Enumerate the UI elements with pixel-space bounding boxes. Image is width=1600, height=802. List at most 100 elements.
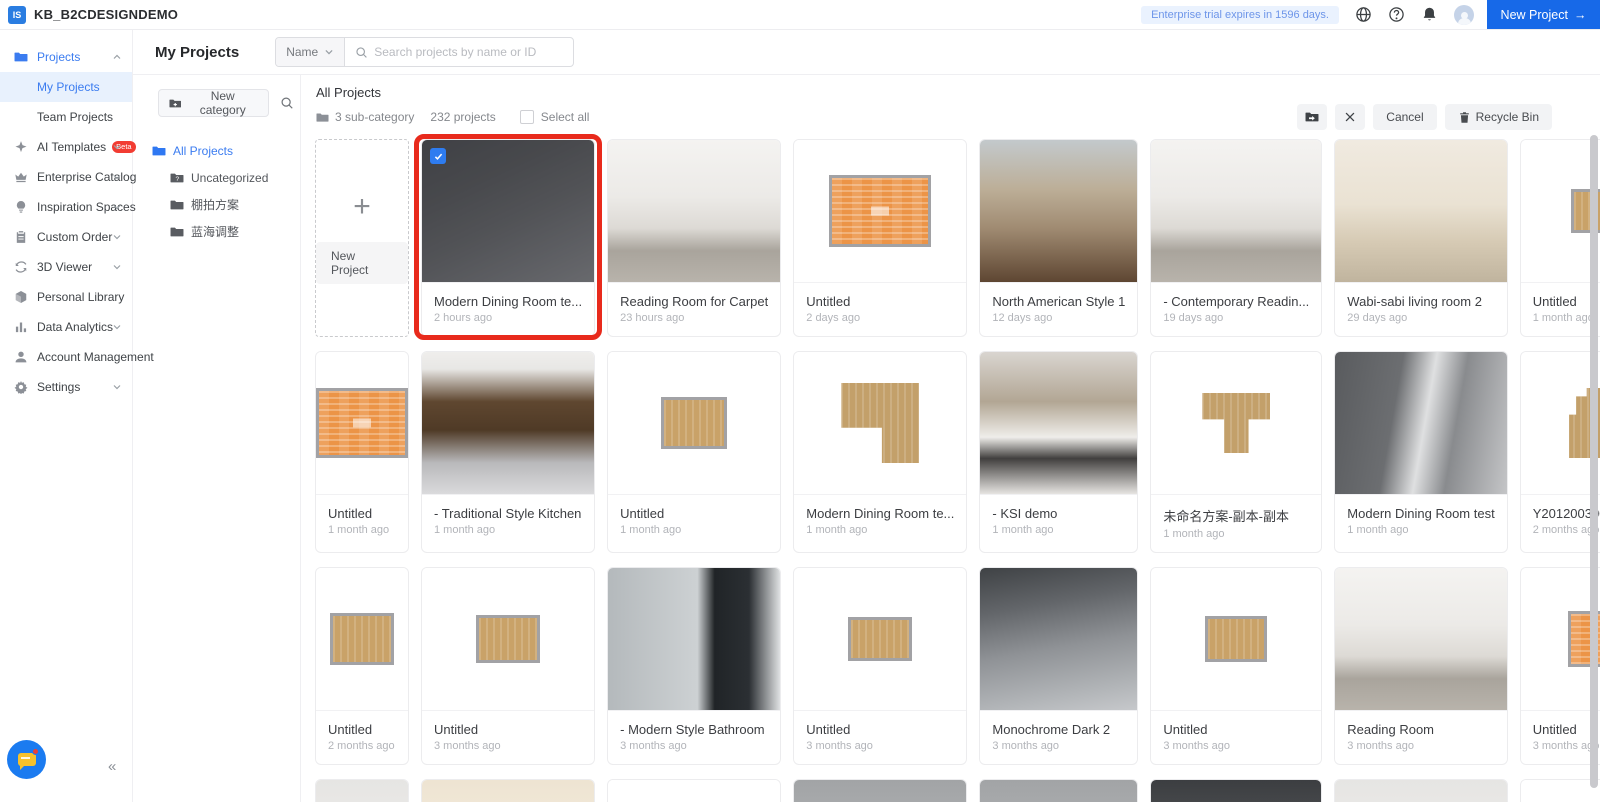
project-card[interactable]: Monochrome Dark 23 months ago bbox=[979, 567, 1138, 765]
cancel-button[interactable]: Cancel bbox=[1373, 104, 1436, 130]
project-time: 3 months ago bbox=[1347, 740, 1494, 752]
move-to-folder-button[interactable] bbox=[1297, 104, 1327, 130]
project-title: Reading Room for Carpet bbox=[620, 294, 768, 309]
sidebar-item-custom-order[interactable]: Custom Order bbox=[0, 222, 132, 252]
project-card[interactable]: Untitled2 months ago bbox=[315, 567, 409, 765]
project-thumbnail bbox=[794, 352, 966, 495]
category-uncategorized[interactable]: ? Uncategorized bbox=[133, 164, 300, 191]
project-card[interactable]: - KSI demo1 month ago bbox=[979, 351, 1138, 553]
sidebar-nav: ProjectsMy ProjectsTeam ProjectsAI Templ… bbox=[0, 30, 133, 802]
sidebar-item-data-analytics[interactable]: Data Analytics bbox=[0, 312, 132, 342]
floorplan-thumbnail bbox=[1202, 393, 1270, 453]
globe-icon[interactable] bbox=[1355, 6, 1372, 23]
project-card[interactable]: Untitled3 months ago bbox=[1520, 567, 1600, 765]
project-thumbnail bbox=[794, 568, 966, 711]
project-card[interactable]: Y201200300001Yamada...2 months ago bbox=[1520, 351, 1600, 553]
project-card[interactable]: Untitled1 month ago bbox=[315, 351, 409, 553]
project-thumbnail bbox=[422, 352, 594, 495]
sidebar-item-settings[interactable]: Settings bbox=[0, 372, 132, 402]
project-card[interactable]: - Modern Style Bathroom3 months ago bbox=[607, 567, 781, 765]
sidebar-item-inspiration-spaces[interactable]: Inspiration Spaces bbox=[0, 192, 132, 222]
project-card[interactable]: Modern Dining Room test1 month ago bbox=[1334, 351, 1507, 553]
sidebar-item-label: Data Analytics bbox=[37, 320, 113, 334]
project-title: Modern Dining Room te... bbox=[806, 506, 954, 521]
project-card[interactable]: Reading Room3 months ago bbox=[1334, 567, 1507, 765]
clear-selection-button[interactable] bbox=[1335, 104, 1365, 130]
project-card[interactable]: Untitled3 months ago bbox=[421, 567, 595, 765]
category-label: Uncategorized bbox=[191, 171, 268, 185]
project-card[interactable]: Untitled3 months ago bbox=[793, 567, 967, 765]
project-thumbnail bbox=[1521, 780, 1600, 802]
project-card[interactable]: 未命名方案-副本-副本1 month ago bbox=[1150, 351, 1322, 553]
sidebar-item-team-projects[interactable]: Team Projects bbox=[0, 102, 132, 132]
folder-q-icon: ? bbox=[170, 171, 184, 185]
project-card[interactable]: Modern Dining Room te...1 month ago bbox=[793, 351, 967, 553]
project-card[interactable]: Untitled2 days ago bbox=[793, 139, 967, 337]
top-bar: IS KB_B2CDESIGNDEMO Enterprise trial exp… bbox=[0, 0, 1600, 30]
project-thumbnail bbox=[316, 568, 408, 711]
project-card[interactable]: Untitled1 month ago bbox=[607, 351, 781, 553]
sidebar-item-3d-viewer[interactable]: 3D Viewer bbox=[0, 252, 132, 282]
avatar[interactable] bbox=[1454, 5, 1474, 25]
app-logo: IS bbox=[8, 6, 26, 24]
sidebar-item-personal-library[interactable]: Personal Library bbox=[0, 282, 132, 312]
avatar-body-icon bbox=[1458, 18, 1471, 25]
chevron-down-icon bbox=[111, 171, 123, 183]
floorplan-thumbnail bbox=[476, 615, 540, 663]
project-card[interactable]: Reading Room for Carpet23 hours ago bbox=[607, 139, 781, 337]
sidebar-item-account-management[interactable]: Account Management bbox=[0, 342, 132, 372]
project-thumbnail bbox=[608, 780, 780, 802]
sidebar-item-projects[interactable]: Projects bbox=[0, 42, 132, 72]
project-thumbnail bbox=[1151, 140, 1321, 283]
trash-icon bbox=[1458, 111, 1471, 124]
project-time: 3 months ago bbox=[1163, 740, 1309, 752]
sidebar-item-ai-templates[interactable]: AI TemplatesBeta bbox=[0, 132, 132, 162]
sidebar-item-enterprise-catalog[interactable]: Enterprise Catalog bbox=[0, 162, 132, 192]
new-project-card[interactable]: +New Project bbox=[315, 139, 409, 337]
category-item[interactable]: 蓝海调整 bbox=[133, 218, 300, 245]
cancel-label: Cancel bbox=[1386, 110, 1423, 124]
project-thumbnail bbox=[1335, 780, 1506, 802]
select-all-checkbox[interactable] bbox=[520, 110, 534, 124]
project-title: Wabi-sabi living room 2 bbox=[1347, 294, 1494, 309]
bell-icon[interactable] bbox=[1421, 6, 1438, 23]
project-card[interactable] bbox=[1334, 779, 1507, 802]
project-card[interactable] bbox=[421, 779, 595, 802]
project-card[interactable]: Wabi-sabi living room 229 days ago bbox=[1334, 139, 1507, 337]
project-card[interactable]: - Traditional Style Kitchen1 month ago bbox=[421, 351, 595, 553]
sidebar-item-my-projects[interactable]: My Projects bbox=[0, 72, 132, 102]
project-card[interactable]: Untitled3 months ago bbox=[1150, 567, 1322, 765]
selection-toolbar: Cancel Recycle Bin bbox=[1297, 104, 1552, 130]
project-card[interactable] bbox=[1150, 779, 1322, 802]
new-project-button[interactable]: New Project → bbox=[1487, 0, 1600, 29]
new-category-button[interactable]: New category bbox=[158, 89, 269, 117]
recycle-bin-button[interactable]: Recycle Bin bbox=[1445, 104, 1552, 130]
scrollbar[interactable] bbox=[1590, 135, 1598, 788]
project-card[interactable]: North American Style 112 days ago bbox=[979, 139, 1138, 337]
chevron-down-icon bbox=[111, 231, 123, 243]
name-filter-dropdown[interactable]: Name bbox=[276, 38, 345, 66]
clipboard-icon bbox=[14, 230, 28, 244]
project-title: Untitled bbox=[620, 506, 768, 521]
project-card[interactable] bbox=[1520, 779, 1600, 802]
category-all-projects[interactable]: All Projects bbox=[133, 137, 300, 164]
sidebar-item-label: Settings bbox=[37, 380, 80, 394]
category-search-button[interactable] bbox=[275, 90, 300, 116]
help-icon[interactable] bbox=[1388, 6, 1405, 23]
gear-icon bbox=[14, 380, 28, 394]
project-card[interactable] bbox=[607, 779, 781, 802]
project-card[interactable] bbox=[979, 779, 1138, 802]
project-title: Untitled bbox=[434, 722, 582, 737]
search-input[interactable] bbox=[374, 45, 563, 59]
collapse-sidebar-button[interactable]: « bbox=[108, 758, 116, 775]
category-item[interactable]: 棚拍方案 bbox=[133, 191, 300, 218]
project-card[interactable] bbox=[315, 779, 409, 802]
project-card[interactable]: - Contemporary Readin...19 days ago bbox=[1150, 139, 1322, 337]
chevron-down-icon bbox=[111, 321, 123, 333]
selected-checkbox[interactable] bbox=[430, 148, 446, 164]
project-card[interactable] bbox=[793, 779, 967, 802]
chat-support-button[interactable] bbox=[7, 740, 46, 779]
project-thumbnail bbox=[1521, 140, 1600, 283]
project-card[interactable]: Modern Dining Room te...2 hours ago bbox=[421, 139, 595, 337]
project-card[interactable]: Untitled1 month ago bbox=[1520, 139, 1600, 337]
